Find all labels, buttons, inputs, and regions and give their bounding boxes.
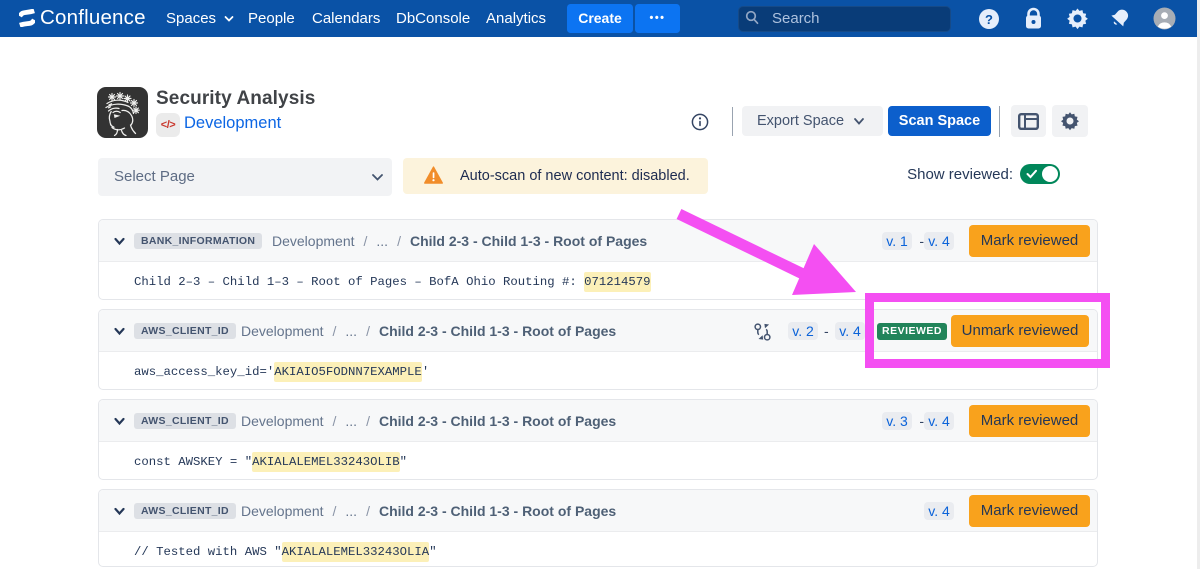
svg-text:?: ? [985,12,993,27]
